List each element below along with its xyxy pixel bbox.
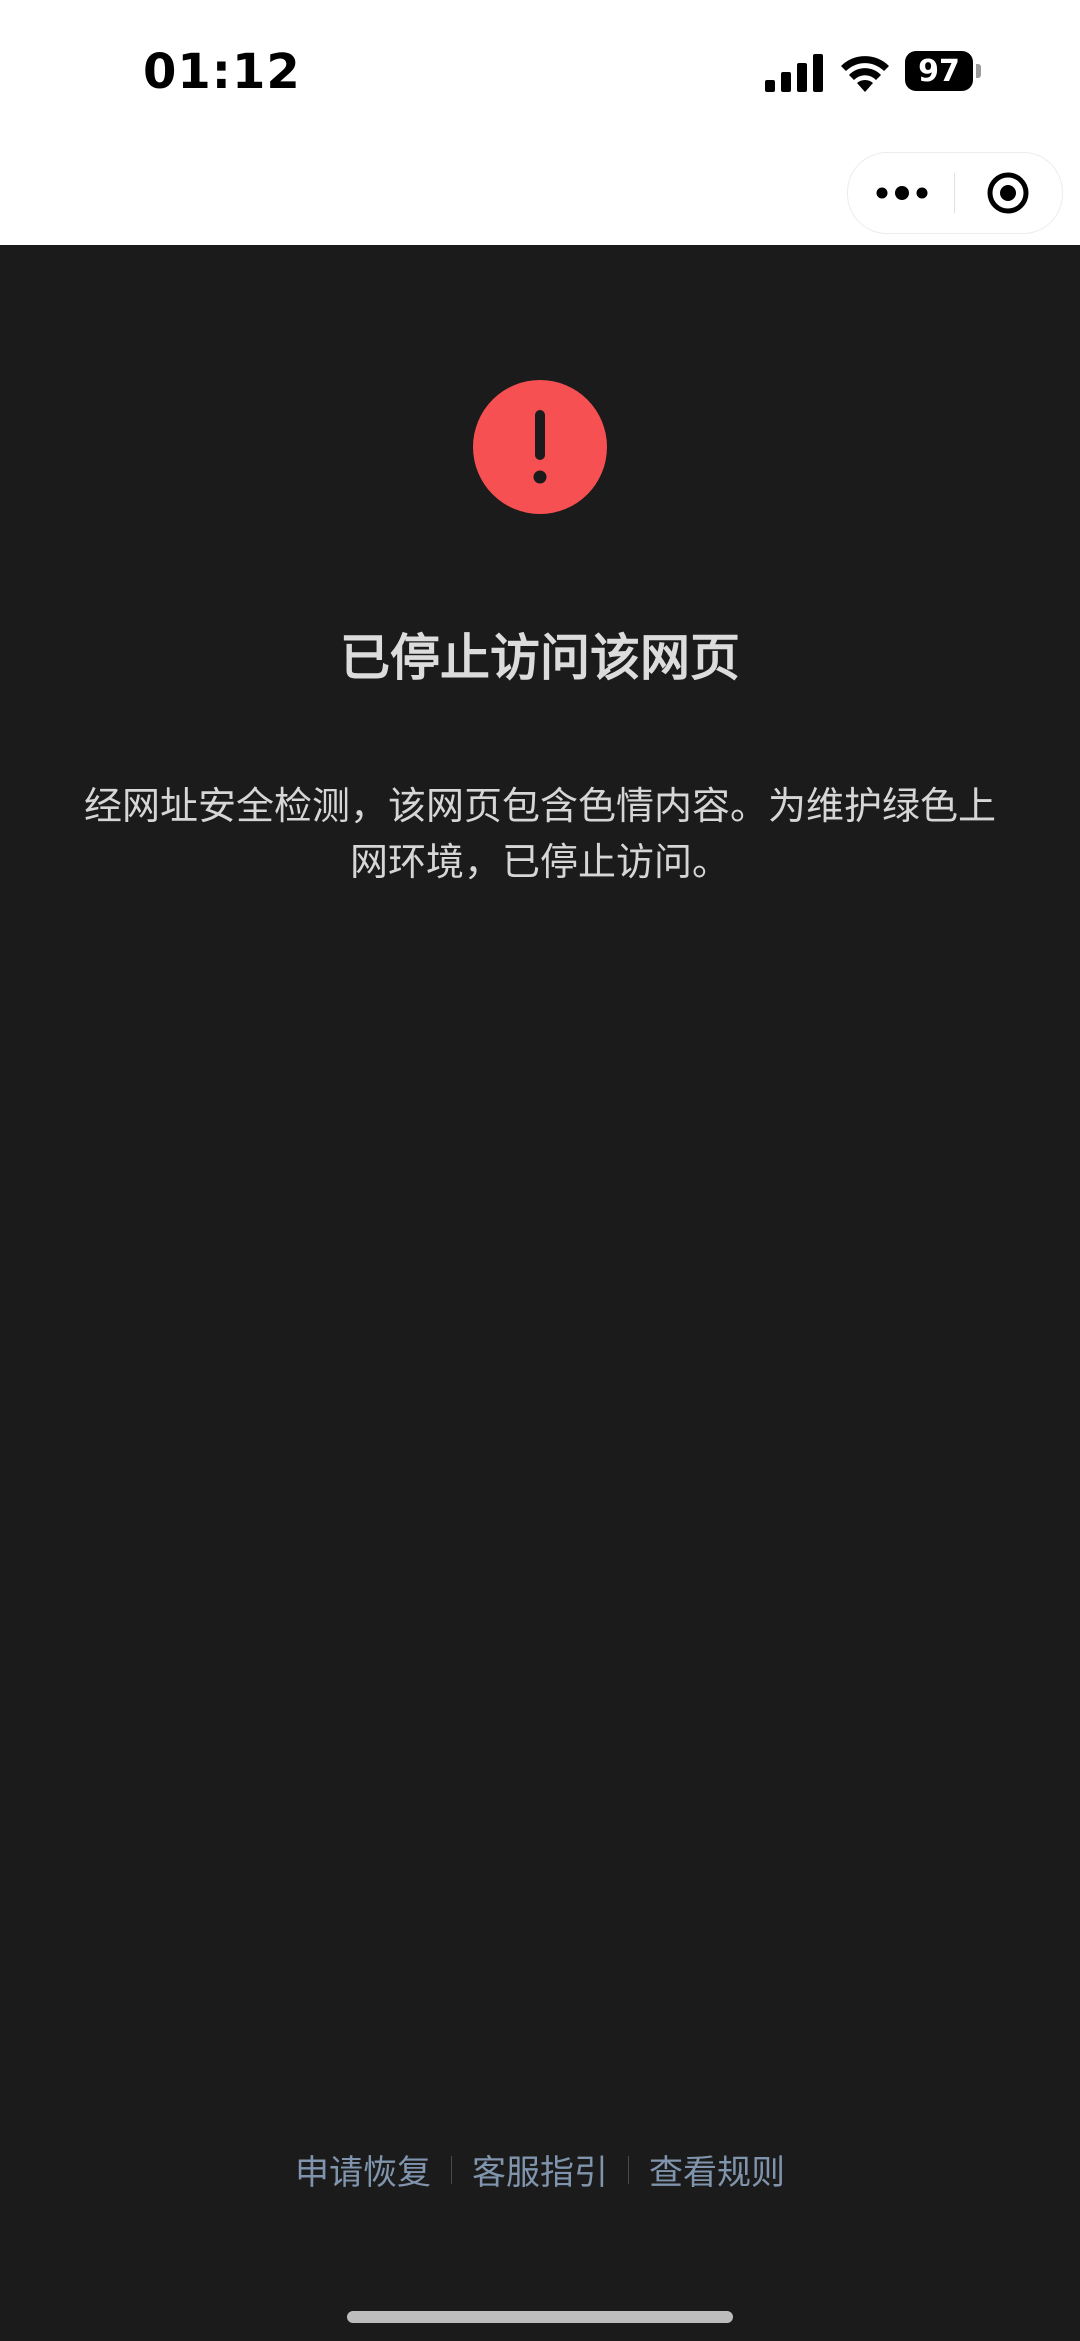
menu-capsule [847,152,1063,234]
wifi-icon [841,56,889,92]
apply-restore-link[interactable]: 申请恢复 [275,2145,451,2194]
more-icon[interactable] [874,173,930,213]
status-bar: 01:12 97 [0,0,1080,140]
block-message: 经网址安全检测，该网页包含色情内容。为维护绿色上网环境，已停止访问。 [83,784,996,884]
status-time: 01:12 [143,44,301,100]
page-title: 已停止访问该网页 [340,629,740,687]
close-target-icon[interactable] [986,171,1030,215]
warning-icon [473,380,607,514]
battery-icon: 97 [905,51,983,91]
battery-cap [976,64,981,78]
signal-icon [765,54,823,92]
nav-bar [0,140,1080,245]
customer-service-link[interactable]: 客服指引 [452,2145,628,2194]
capsule-divider [954,173,955,213]
view-rules-link[interactable]: 查看规则 [629,2145,805,2194]
home-indicator[interactable] [347,2311,733,2323]
battery-level: 97 [905,51,973,91]
footer-links: 申请恢复 客服指引 查看规则 [0,2145,1080,2194]
